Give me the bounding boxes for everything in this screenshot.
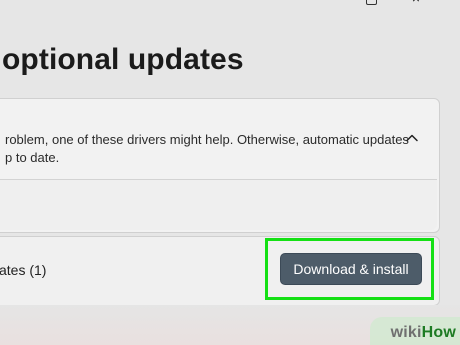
description-line: p to date. xyxy=(5,150,60,165)
description-line: roblem, one of these drivers might help.… xyxy=(5,132,409,147)
wikihow-watermark: wikiHow xyxy=(370,317,460,345)
chevron-up-icon[interactable] xyxy=(403,129,421,147)
close-icon[interactable] xyxy=(410,0,422,6)
window-controls xyxy=(320,0,460,10)
watermark-how: How xyxy=(421,324,456,341)
download-install-button[interactable]: Download & install xyxy=(280,253,422,285)
minimize-icon[interactable] xyxy=(320,0,332,6)
driver-list-area xyxy=(0,179,437,230)
watermark-wiki: wiki xyxy=(390,324,422,341)
updates-count-label: ates (1) xyxy=(0,262,47,278)
driver-updates-card: roblem, one of these drivers might help.… xyxy=(0,98,440,233)
driver-card-header[interactable]: roblem, one of these drivers might help.… xyxy=(0,99,439,179)
maximize-icon[interactable] xyxy=(365,0,377,6)
page-title: optional updates xyxy=(2,43,244,76)
watermark-text: wikiHow xyxy=(391,324,456,342)
driver-card-description: roblem, one of these drivers might help.… xyxy=(5,131,409,167)
